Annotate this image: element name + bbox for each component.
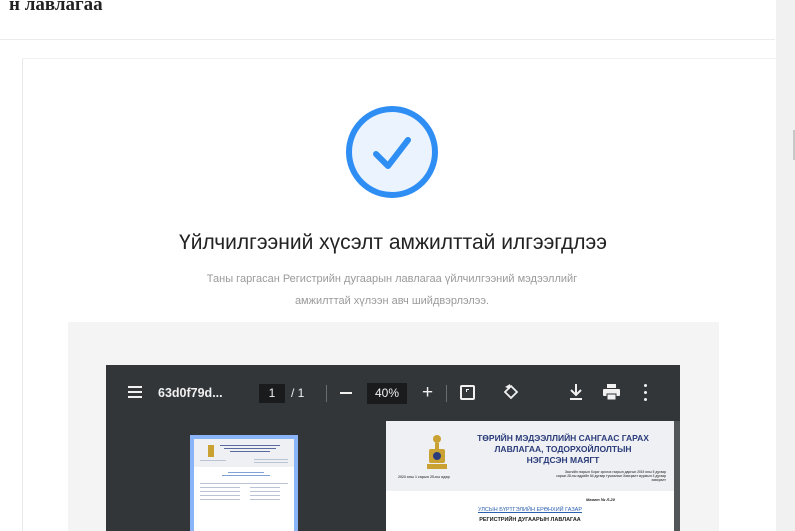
pdf-file-name: 63d0f79d... <box>158 386 223 400</box>
document-page: ТӨРИЙН МЭДЭЭЛЛИЙН САНГААС ГАРАХ ЛАВЛАГАА… <box>386 421 674 531</box>
menu-icon[interactable] <box>128 365 148 421</box>
pdf-toolbar: 63d0f79d... 1 / 1 40% + <box>106 365 680 421</box>
page-thumbnail[interactable] <box>190 435 298 531</box>
zoom-out-button[interactable] <box>340 365 354 421</box>
fit-page-icon[interactable] <box>460 385 475 400</box>
check-circle-icon <box>346 106 438 198</box>
page-number-input[interactable]: 1 <box>259 384 285 403</box>
document-date: 2023 оны 1 сарын 25-ны өдөр <box>398 475 450 479</box>
top-header: н лавлагаа <box>0 0 775 40</box>
success-heading: Үйлчилгээний хүсэлт амжилттай илгээгдлээ <box>179 231 607 254</box>
page-total: / 1 <box>291 386 305 400</box>
minus-icon <box>340 392 352 394</box>
zoom-input[interactable]: 40% <box>367 383 407 404</box>
checkmark-icon <box>373 137 411 169</box>
document-title-line: НЭГДСЭН МАЯГТ <box>526 455 600 465</box>
thumbnail-emblem <box>208 445 214 457</box>
download-icon[interactable] <box>569 383 583 401</box>
document-note: Засгийн газрын Хэрэг эрхлэх газрын даргы… <box>556 470 666 482</box>
print-icon[interactable] <box>603 384 620 400</box>
toolbar-divider <box>446 385 447 402</box>
document-title: ТӨРИЙН МЭДЭЭЛЛИЙН САНГААС ГАРАХ ЛАВЛАГАА… <box>458 433 668 466</box>
organization-name: УЛСЫН БҮРТГЭЛИЙН ЕРӨНХИЙ ГАЗАР <box>477 507 583 513</box>
document-title-line: ЛАВЛАГАА, ТОДОРХОЙЛОЛТЫН <box>494 444 632 454</box>
document-name: РЕГИСТРИЙН ДУГААРЫН ЛАВЛАГАА <box>479 517 581 523</box>
page-title: н лавлагаа <box>9 0 103 15</box>
thumbnail-sidebar <box>106 421 386 531</box>
zoom-in-button[interactable]: + <box>422 365 433 421</box>
rotate-icon[interactable] <box>502 383 520 401</box>
state-emblem-icon <box>427 435 447 469</box>
form-number: Маягт № Л-20 <box>586 497 615 502</box>
success-description: Таны гаргасан Регистрийн дугаарын лавлаг… <box>206 273 578 307</box>
document-area: ТӨРИЙН МЭДЭЭЛЛИЙН САНГААС ГАРАХ ЛАВЛАГАА… <box>386 421 680 531</box>
document-title-line: ТӨРИЙН МЭДЭЭЛЛИЙН САНГААС ГАРАХ <box>477 433 649 443</box>
more-vert-icon[interactable] <box>644 384 648 402</box>
toolbar-divider <box>326 385 327 402</box>
pdf-viewer: 63d0f79d... 1 / 1 40% + ТӨРИЙН МЭДЭЭЛЛИЙ… <box>106 365 680 531</box>
